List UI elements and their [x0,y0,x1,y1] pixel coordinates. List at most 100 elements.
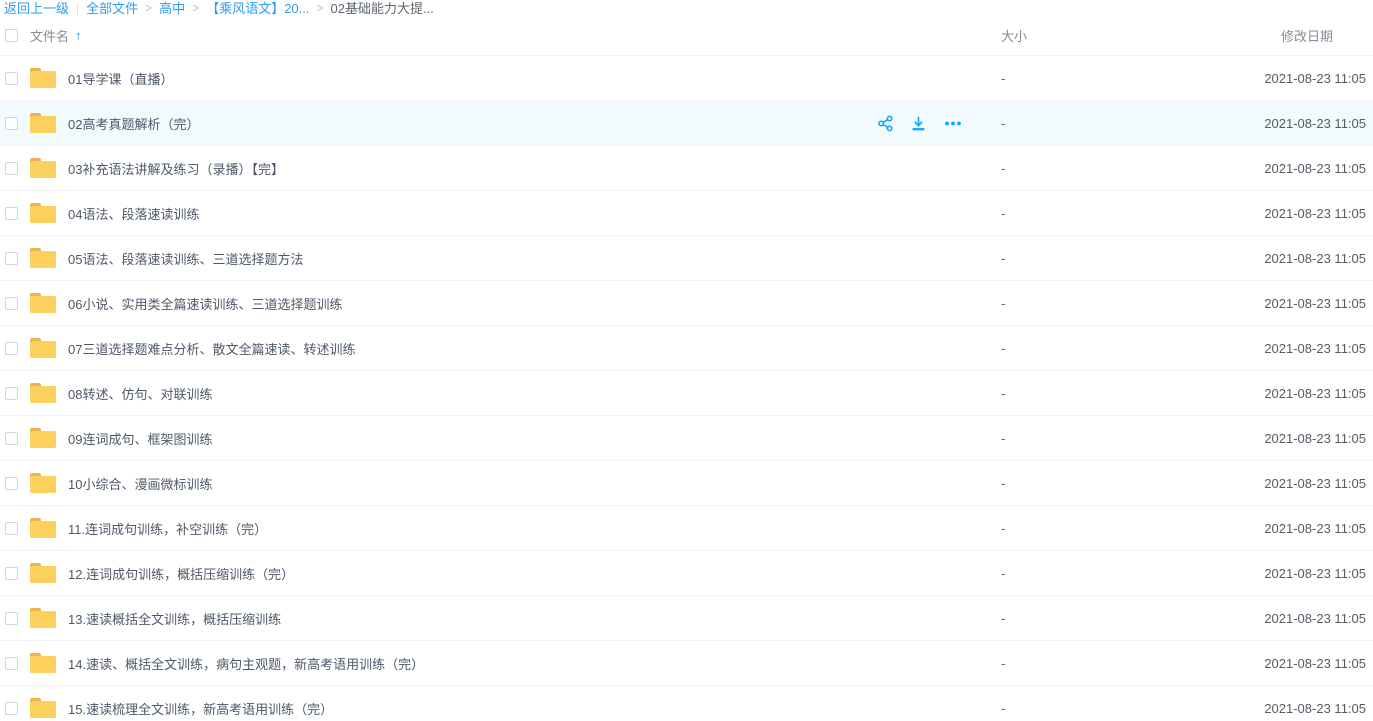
file-modified-date: 2021-08-23 11:05 [1263,476,1373,491]
table-row[interactable]: 09连词成句、框架图训练 - 2021-08-23 11:05 [0,416,1373,461]
column-header-filename[interactable]: 文件名 [30,26,69,45]
more-icon[interactable] [943,115,963,132]
breadcrumb-back-link[interactable]: 返回上一级 [4,1,69,16]
row-checkbox[interactable] [5,297,18,310]
table-row[interactable]: 10小综合、漫画微标训练 - 2021-08-23 11:05 [0,461,1373,506]
file-name-link[interactable]: 12.连词成句训练，概括压缩训练（完） [68,564,294,583]
table-row[interactable]: 14.速读、概括全文训练，病句主观题，新高考语用训练（完） - 2021-08-… [0,641,1373,686]
file-size: - [993,386,1263,401]
file-modified-date: 2021-08-23 11:05 [1263,431,1373,446]
file-name-link[interactable]: 09连词成句、框架图训练 [68,429,212,448]
download-icon[interactable] [910,115,927,132]
sort-ascending-icon[interactable]: ↑ [75,28,82,43]
breadcrumb-link-highschool[interactable]: 高中 [159,1,185,16]
table-row[interactable]: 06小说、实用类全篇速读训练、三道选择题训练 - 2021-08-23 11:0… [0,281,1373,326]
table-row[interactable]: 01导学课（直播） - 2021-08-23 11:05 [0,56,1373,101]
row-checkbox[interactable] [5,342,18,355]
folder-icon [30,68,56,88]
file-size: - [993,161,1263,176]
folder-icon [30,518,56,538]
file-modified-date: 2021-08-23 11:05 [1263,341,1373,356]
file-name-link[interactable]: 06小说、实用类全篇速读训练、三道选择题训练 [68,294,342,313]
file-name-link[interactable]: 08转述、仿句、对联训练 [68,384,212,403]
file-name-link[interactable]: 10小综合、漫画微标训练 [68,474,212,493]
table-row[interactable]: 03补充语法讲解及练习（录播）【完】 - 2021-08-23 11:05 [0,146,1373,191]
file-name-link[interactable]: 05语法、段落速读训练、三道选择题方法 [68,249,303,268]
file-size: - [993,431,1263,446]
row-checkbox[interactable] [5,117,18,130]
file-size: - [993,341,1263,356]
select-all-checkbox[interactable] [5,29,18,42]
file-name-link[interactable]: 15.速读梳理全文训练，新高考语用训练（完） [68,699,333,718]
table-row[interactable]: 13.速读概括全文训练，概括压缩训练 - 2021-08-23 11:05 [0,596,1373,641]
row-checkbox[interactable] [5,252,18,265]
row-checkbox[interactable] [5,657,18,670]
breadcrumb-separator: > [317,1,324,16]
file-name-link[interactable]: 07三道选择题难点分析、散文全篇速读、转述训练 [68,339,355,358]
folder-icon [30,338,56,358]
row-checkbox[interactable] [5,702,18,715]
file-name-link[interactable]: 01导学课（直播） [68,69,173,88]
share-icon[interactable] [877,115,894,132]
file-name-link[interactable]: 04语法、段落速读训练 [68,204,199,223]
file-size: - [993,611,1263,626]
file-size: - [993,206,1263,221]
file-name-link[interactable]: 03补充语法讲解及练习（录播）【完】 [68,159,284,178]
table-row[interactable]: 05语法、段落速读训练、三道选择题方法 - 2021-08-23 11:05 [0,236,1373,281]
table-row[interactable]: 12.连词成句训练，概括压缩训练（完） - 2021-08-23 11:05 [0,551,1373,596]
row-hover-actions [877,115,993,132]
file-modified-date: 2021-08-23 11:05 [1263,116,1373,131]
breadcrumb-separator: > [192,1,199,16]
file-size: - [993,71,1263,86]
breadcrumb-pipe-separator: | [76,1,79,16]
file-size: - [993,476,1263,491]
file-name-link[interactable]: 13.速读概括全文训练，概括压缩训练 [68,609,281,628]
file-size: - [993,521,1263,536]
breadcrumb-separator: > [145,1,152,16]
folder-icon [30,698,56,718]
file-modified-date: 2021-08-23 11:05 [1263,611,1373,626]
file-modified-date: 2021-08-23 11:05 [1263,386,1373,401]
breadcrumb: 返回上一级 | 全部文件 > 高中 > 【乘风语文】20... > 02基础能力… [0,0,1373,16]
folder-icon [30,158,56,178]
file-list-header: 文件名 ↑ 大小 修改日期 [0,16,1373,56]
table-row[interactable]: 02高考真题解析（完） - 2021-08-23 11:05 [0,101,1373,146]
file-name-link[interactable]: 02高考真题解析（完） [68,114,199,133]
folder-icon [30,428,56,448]
file-modified-date: 2021-08-23 11:05 [1263,206,1373,221]
row-checkbox[interactable] [5,477,18,490]
row-checkbox[interactable] [5,522,18,535]
column-header-size[interactable]: 大小 [993,26,1263,45]
file-list: 01导学课（直播） - 2021-08-23 11:05 [0,56,1373,721]
row-checkbox[interactable] [5,207,18,220]
file-modified-date: 2021-08-23 11:05 [1263,701,1373,716]
file-modified-date: 2021-08-23 11:05 [1263,71,1373,86]
row-checkbox[interactable] [5,387,18,400]
table-row[interactable]: 04语法、段落速读训练 - 2021-08-23 11:05 [0,191,1373,236]
table-row[interactable]: 08转述、仿句、对联训练 - 2021-08-23 11:05 [0,371,1373,416]
row-checkbox[interactable] [5,567,18,580]
file-name-link[interactable]: 14.速读、概括全文训练，病句主观题，新高考语用训练（完） [68,654,424,673]
file-modified-date: 2021-08-23 11:05 [1263,566,1373,581]
file-size: - [993,296,1263,311]
row-checkbox[interactable] [5,162,18,175]
table-row[interactable]: 07三道选择题难点分析、散文全篇速读、转述训练 - 2021-08-23 11:… [0,326,1373,371]
row-checkbox[interactable] [5,72,18,85]
folder-icon [30,563,56,583]
file-name-link[interactable]: 11.连词成句训练，补空训练（完） [68,519,267,538]
file-size: - [993,566,1263,581]
column-header-date[interactable]: 修改日期 [1263,26,1373,45]
breadcrumb-link-all-files[interactable]: 全部文件 [86,1,138,16]
folder-icon [30,293,56,313]
breadcrumb-link-course[interactable]: 【乘风语文】20... [206,1,309,16]
folder-icon [30,113,56,133]
row-checkbox[interactable] [5,612,18,625]
breadcrumb-current: 02基础能力大提... [331,1,434,16]
file-modified-date: 2021-08-23 11:05 [1263,521,1373,536]
row-checkbox[interactable] [5,432,18,445]
table-row[interactable]: 11.连词成句训练，补空训练（完） - 2021-08-23 11:05 [0,506,1373,551]
folder-icon [30,653,56,673]
file-size: - [993,656,1263,671]
file-size: - [993,701,1263,716]
table-row[interactable]: 15.速读梳理全文训练，新高考语用训练（完） - 2021-08-23 11:0… [0,686,1373,721]
